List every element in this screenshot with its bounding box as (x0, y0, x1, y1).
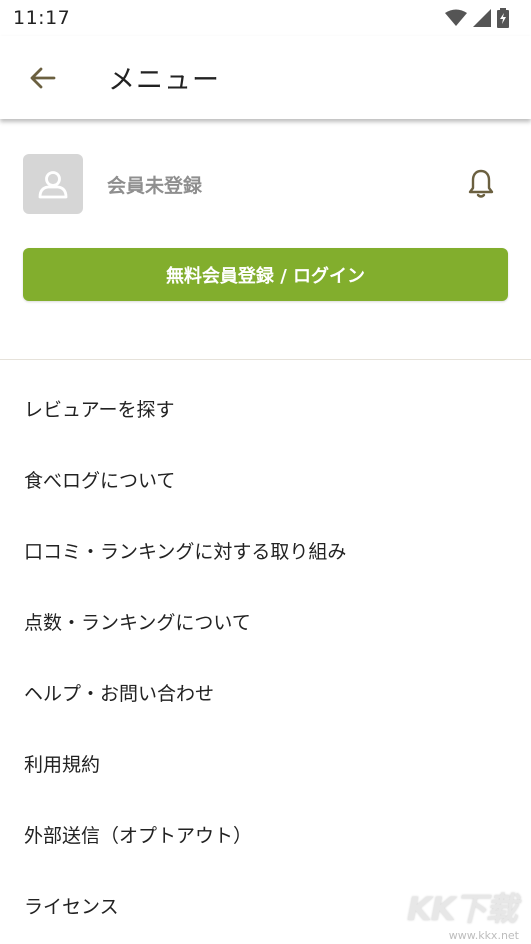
signal-icon (473, 9, 491, 27)
arrow-left-icon (30, 67, 56, 88)
menu-item-about-tabelog[interactable]: 食べログについて (0, 444, 531, 515)
section-divider (0, 359, 531, 360)
status-bar: 11:17 (0, 0, 531, 36)
avatar[interactable] (23, 154, 83, 214)
battery-icon (497, 8, 509, 28)
profile-section: 会員未登録 無料会員登録 / ログイン (0, 119, 531, 301)
app-bar: メニュー (0, 36, 531, 119)
menu-item-score-ranking[interactable]: 点数・ランキングについて (0, 586, 531, 657)
guest-status-label: 会員未登録 (107, 175, 203, 197)
back-button[interactable] (12, 48, 72, 108)
notification-button[interactable] (463, 164, 499, 204)
user-icon (38, 171, 68, 199)
menu-item-review-ranking-efforts[interactable]: 口コミ・ランキングに対する取り組み (0, 515, 531, 586)
watermark: KK下载 www.kkx.net (405, 884, 525, 944)
watermark-url: www.kkx.net (448, 929, 519, 942)
status-time: 11:17 (13, 7, 71, 29)
register-login-button[interactable]: 無料会員登録 / ログイン (23, 248, 508, 301)
menu-item-help-contact[interactable]: ヘルプ・お問い合わせ (0, 657, 531, 728)
bell-icon (468, 169, 494, 198)
menu-list: レビュアーを探す 食べログについて 口コミ・ランキングに対する取り組み 点数・ラ… (0, 373, 531, 941)
menu-item-terms[interactable]: 利用規約 (0, 728, 531, 799)
menu-item-opt-out[interactable]: 外部送信（オプトアウト） (0, 799, 531, 870)
wifi-icon (445, 9, 467, 26)
page-title: メニュー (108, 65, 220, 96)
status-icons (445, 8, 509, 28)
menu-item-find-reviewers[interactable]: レビュアーを探す (0, 373, 531, 444)
watermark-logo: KK下载 (407, 890, 518, 928)
